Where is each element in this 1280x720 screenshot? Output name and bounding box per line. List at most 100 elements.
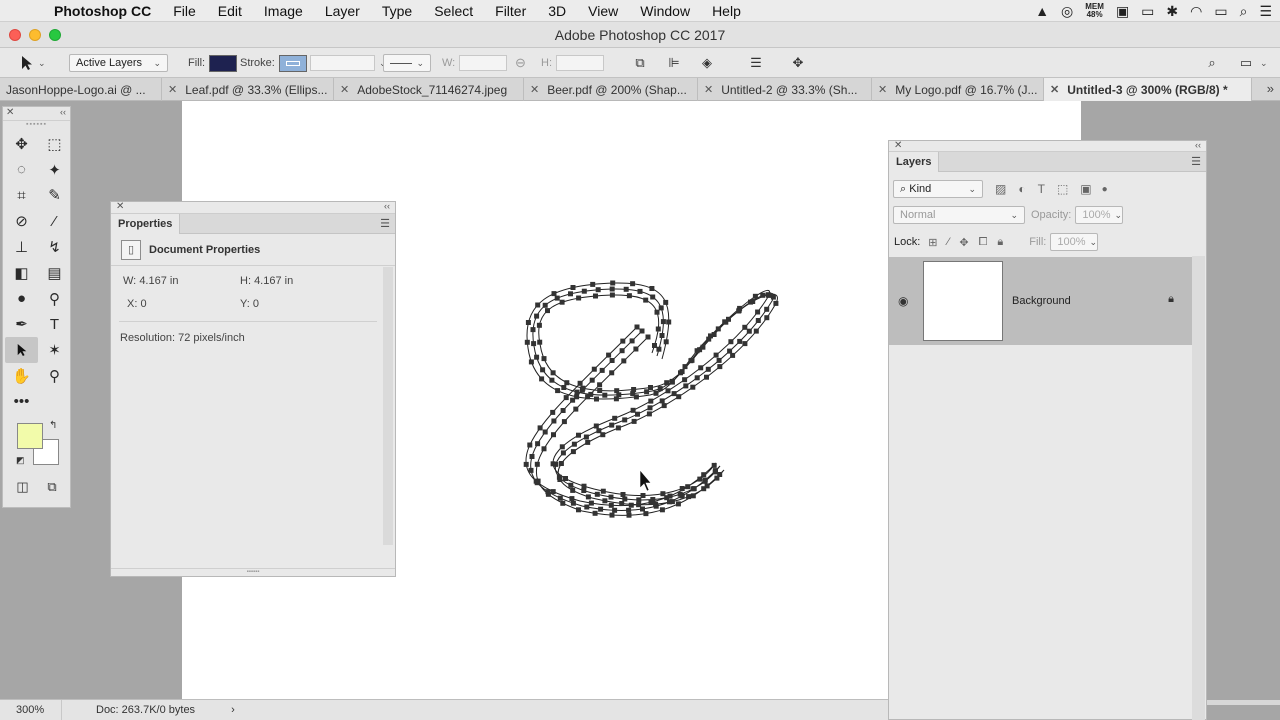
close-tab-icon[interactable]: ✕ xyxy=(168,83,177,96)
anchor-point[interactable] xyxy=(644,389,650,395)
anchor-point[interactable] xyxy=(711,462,717,468)
anchor-point[interactable] xyxy=(636,502,642,508)
anchor-point[interactable] xyxy=(635,411,640,417)
collapse-panel-icon[interactable]: ‹‹ xyxy=(1195,140,1201,150)
anchor-point[interactable] xyxy=(653,501,659,507)
anchor-point[interactable] xyxy=(588,500,594,506)
anchor-point[interactable] xyxy=(545,308,550,314)
chevron-down-icon[interactable]: ⌄ xyxy=(1260,58,1268,69)
anchor-point[interactable] xyxy=(597,382,603,388)
anchor-point[interactable] xyxy=(570,500,576,506)
anchor-point[interactable] xyxy=(570,449,576,455)
close-panel-icon[interactable]: ✕ xyxy=(894,140,902,151)
anchor-point[interactable] xyxy=(717,364,723,370)
menu-select[interactable]: Select xyxy=(434,3,473,19)
anchor-point[interactable] xyxy=(690,486,696,492)
fill-swatch[interactable] xyxy=(209,54,238,72)
y-value[interactable]: 0 xyxy=(253,298,259,310)
default-colors-icon[interactable]: ◩ xyxy=(16,455,25,466)
anchor-point[interactable] xyxy=(714,475,720,481)
anchor-point[interactable] xyxy=(542,302,548,308)
anchor-point[interactable] xyxy=(659,507,665,513)
anchor-point[interactable] xyxy=(652,343,657,348)
anchor-point[interactable] xyxy=(622,417,628,423)
anchor-point[interactable] xyxy=(606,352,612,358)
anchor-point[interactable] xyxy=(658,305,664,311)
layer-name[interactable]: Background xyxy=(1012,295,1071,307)
anchor-point[interactable] xyxy=(701,472,707,478)
anchor-point[interactable] xyxy=(559,299,565,305)
tab-my-logo[interactable]: ✕ My Logo.pdf @ 16.7% (J... xyxy=(872,78,1044,101)
anchor-point[interactable] xyxy=(551,291,557,297)
close-tab-icon[interactable]: ✕ xyxy=(530,83,539,96)
anchor-point[interactable] xyxy=(560,450,566,456)
panel-menu-icon[interactable]: ☰ xyxy=(1191,155,1201,168)
anchor-point[interactable] xyxy=(568,291,573,297)
stroke-swatch[interactable] xyxy=(278,54,307,72)
anchor-point[interactable] xyxy=(539,376,545,382)
anchor-point[interactable] xyxy=(653,390,659,396)
anchor-point[interactable] xyxy=(631,387,637,392)
anchor-point[interactable] xyxy=(612,415,618,421)
anchor-point[interactable] xyxy=(594,491,600,497)
anchor-point[interactable] xyxy=(555,388,561,394)
anchor-point[interactable] xyxy=(633,346,639,352)
width-value[interactable]: 4.167 in xyxy=(139,275,178,287)
path-selection-tool-icon[interactable] xyxy=(5,337,38,364)
anchor-point[interactable] xyxy=(722,319,728,325)
anchor-point[interactable] xyxy=(554,295,560,301)
panel-grip[interactable]: ▪▪▪▪▪▪ xyxy=(3,121,70,131)
anchor-point[interactable] xyxy=(645,334,651,340)
lock-all-icon[interactable]: 🔒︎ xyxy=(997,236,1003,249)
spotlight-search-icon[interactable]: ⌕ xyxy=(1240,3,1248,20)
memory-meter[interactable]: MEM 48% xyxy=(1085,3,1104,19)
anchor-point[interactable] xyxy=(640,493,646,498)
anchor-point[interactable] xyxy=(630,407,636,413)
edit-toolbar-icon[interactable]: ••• xyxy=(5,389,38,415)
layers-panel-header[interactable]: ✕ ‹‹ xyxy=(889,140,1206,152)
anchor-point[interactable] xyxy=(682,377,688,383)
tab-leaf[interactable]: ✕ Leaf.pdf @ 33.3% (Ellips... xyxy=(162,78,334,101)
anchor-point[interactable] xyxy=(541,356,547,362)
anchor-point[interactable] xyxy=(700,344,706,350)
anchor-point[interactable] xyxy=(581,483,587,489)
anchor-point[interactable] xyxy=(535,441,541,447)
anchor-point[interactable] xyxy=(600,432,606,438)
anchor-point[interactable] xyxy=(600,488,606,494)
bluetooth-icon[interactable]: ✱ xyxy=(1166,3,1178,20)
anchor-point[interactable] xyxy=(573,406,579,412)
constrain-path-dragging-icon[interactable]: ✥ xyxy=(788,53,808,73)
anchor-point[interactable] xyxy=(524,339,530,345)
blend-mode-dropdown[interactable]: Normal ⌄ xyxy=(893,206,1025,224)
anchor-point[interactable] xyxy=(557,477,563,482)
anchor-point[interactable] xyxy=(623,286,629,292)
anchor-point[interactable] xyxy=(689,357,695,363)
anchor-point[interactable] xyxy=(665,388,671,394)
anchor-point[interactable] xyxy=(597,388,603,393)
anchor-point[interactable] xyxy=(560,408,566,413)
anchor-point[interactable] xyxy=(602,498,608,504)
tab-jasonhoppe-logo[interactable]: JasonHoppe-Logo.ai @ ... xyxy=(0,78,162,101)
history-brush-tool-icon[interactable]: ↯ xyxy=(38,234,71,260)
properties-panel-header[interactable]: ✕ ‹‹ xyxy=(111,201,395,214)
anchor-point[interactable] xyxy=(678,370,683,376)
anchor-point[interactable] xyxy=(551,418,557,424)
anchor-point[interactable] xyxy=(679,486,685,491)
anchor-point[interactable] xyxy=(657,386,663,392)
eraser-tool-icon[interactable]: ◧ xyxy=(5,260,38,286)
brush-tool-icon[interactable]: ⁄ xyxy=(38,208,71,234)
anchor-point[interactable] xyxy=(550,370,556,376)
anchor-point[interactable] xyxy=(755,318,761,323)
anchor-point[interactable] xyxy=(619,348,625,354)
workspace-switcher-icon[interactable]: ▭ xyxy=(1236,53,1256,73)
anchor-point[interactable] xyxy=(585,394,591,400)
anchor-point[interactable] xyxy=(690,384,696,390)
anchor-point[interactable] xyxy=(705,366,711,372)
move-tool-icon[interactable]: ✥ xyxy=(5,131,38,157)
align-edges-icon[interactable]: ☰ xyxy=(746,53,766,73)
anchor-point[interactable] xyxy=(614,388,620,394)
anchor-point[interactable] xyxy=(594,396,599,402)
anchor-point[interactable] xyxy=(608,502,614,508)
resize-grip[interactable]: ▪▪▪▪▪▪ xyxy=(111,568,395,576)
anchor-point[interactable] xyxy=(534,354,540,360)
